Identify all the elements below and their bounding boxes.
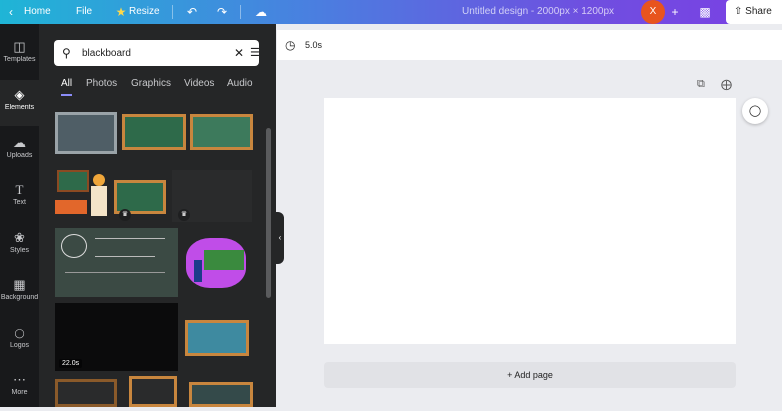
timing-bar: ◷ 5.0s: [277, 30, 782, 60]
rail-item-label: Elements: [4, 104, 35, 111]
rail-item-label: More: [11, 389, 28, 396]
tab-all[interactable]: All: [61, 78, 73, 96]
rail-item-label: Logos: [9, 342, 30, 349]
tab-graphics[interactable]: Graphics: [131, 78, 171, 96]
desk-shape: [55, 200, 87, 214]
more-icon: ⋯: [13, 372, 26, 387]
text-icon: T: [15, 182, 24, 197]
rail-item-more[interactable]: ⋯ More: [0, 365, 39, 411]
add-comment-icon[interactable]: ◯: [742, 98, 768, 124]
chalk-line-shape: [95, 256, 155, 257]
elements-icon: ◈: [14, 87, 25, 102]
video-duration-badge: 22.0s: [59, 359, 83, 368]
crown-icon: ★: [115, 5, 127, 19]
top-bar: ‹ Home File ★ Resize ↶ ↷ ☁ Untitled desi…: [0, 0, 782, 24]
search-icon: ⚲: [62, 46, 71, 60]
chevron-left-icon[interactable]: ‹: [4, 0, 18, 24]
blackboard-thumbnail[interactable]: [55, 112, 117, 154]
chalk-math-thumbnail[interactable]: [55, 228, 178, 297]
rail-item-label: Uploads: [6, 152, 33, 159]
share-label: Share: [745, 6, 772, 17]
tab-videos[interactable]: Videos: [184, 78, 214, 96]
toolbar-divider: [240, 5, 241, 19]
undo-icon[interactable]: ↶: [184, 0, 200, 24]
crown-icon: ♛: [119, 209, 131, 221]
blackboard-thumbnail[interactable]: [185, 320, 249, 356]
rail-item-text[interactable]: T Text: [0, 175, 39, 221]
filter-icon[interactable]: ☰: [250, 40, 260, 66]
insights-icon[interactable]: ▩: [697, 0, 713, 24]
uploads-icon: ☁: [13, 135, 26, 150]
chalk-line-shape: [95, 238, 165, 239]
rail-item-background[interactable]: ▦ Background: [0, 270, 39, 316]
clock-icon[interactable]: ◷: [285, 38, 295, 52]
rail-item-label: Text: [13, 199, 26, 206]
rail-item-logos[interactable]: ◯ Logos: [0, 318, 39, 364]
cloud-save-icon[interactable]: ☁: [252, 0, 270, 24]
design-page[interactable]: [324, 98, 736, 344]
blackboard-thumbnail[interactable]: [55, 379, 117, 407]
blackboard-thumbnail[interactable]: [129, 376, 177, 407]
add-collaborator-icon[interactable]: +: [668, 0, 682, 24]
panel-scrollbar[interactable]: [266, 128, 271, 298]
share-button[interactable]: ⇧ Share: [726, 0, 782, 24]
rail-item-label: Background: [0, 294, 39, 301]
elements-panel: ⚲ ✕ ☰ All Photos Graphics Videos Audio ♛…: [39, 24, 276, 407]
add-page-icon[interactable]: ⨁: [721, 78, 732, 91]
blackboard-thumbnail[interactable]: [190, 114, 253, 150]
blackboard-thumbnail[interactable]: [189, 382, 253, 407]
blackboard-thumbnail[interactable]: [122, 114, 186, 150]
toolbar-divider: [172, 5, 173, 19]
redo-icon[interactable]: ↷: [214, 0, 230, 24]
page-duration[interactable]: 5.0s: [305, 40, 322, 50]
styles-icon: ❀: [14, 230, 25, 245]
avatar[interactable]: X: [641, 0, 665, 24]
clear-search-icon[interactable]: ✕: [234, 40, 244, 66]
share-icon: ⇧: [734, 6, 743, 17]
crown-icon: ♛: [178, 209, 190, 221]
teacher-head-shape: [93, 174, 105, 186]
chalk-line-shape: [65, 272, 165, 273]
teacher-illustration-thumbnail[interactable]: [55, 170, 107, 218]
logos-icon: ◯: [14, 328, 25, 338]
duplicate-page-icon[interactable]: ⧉: [697, 78, 705, 91]
background-icon: ▦: [13, 277, 26, 292]
teacher-figure-shape: [194, 260, 202, 282]
left-rail: ◫ Templates ◈ Elements ☁ Uploads T Text …: [0, 24, 39, 407]
design-title[interactable]: Untitled design - 2000px × 1200px: [462, 0, 614, 24]
search-box[interactable]: ⚲ ✕ ☰: [54, 40, 260, 66]
rail-item-elements[interactable]: ◈ Elements: [0, 80, 39, 126]
search-input[interactable]: [82, 44, 212, 62]
rail-item-label: Templates: [3, 56, 36, 63]
tab-photos[interactable]: Photos: [86, 78, 117, 96]
tab-audio[interactable]: Audio: [227, 78, 253, 96]
teacher-body-shape: [91, 186, 107, 216]
rail-item-styles[interactable]: ❀ Styles: [0, 223, 39, 269]
rail-item-templates[interactable]: ◫ Templates: [0, 32, 39, 78]
resize-button[interactable]: Resize: [129, 0, 160, 24]
chalk-circle-shape: [61, 234, 87, 258]
rail-item-label: Styles: [9, 247, 30, 254]
teacher-scene-thumbnail[interactable]: [182, 234, 252, 292]
collapse-panel-button[interactable]: ‹: [276, 212, 284, 264]
templates-icon: ◫: [13, 39, 26, 54]
mini-board-shape: [57, 170, 89, 192]
mini-board-shape: [204, 250, 244, 270]
rail-item-uploads[interactable]: ☁ Uploads: [0, 128, 39, 174]
file-menu-button[interactable]: File: [76, 0, 92, 24]
home-button[interactable]: Home: [24, 0, 51, 24]
add-page-button[interactable]: + Add page: [324, 362, 736, 388]
